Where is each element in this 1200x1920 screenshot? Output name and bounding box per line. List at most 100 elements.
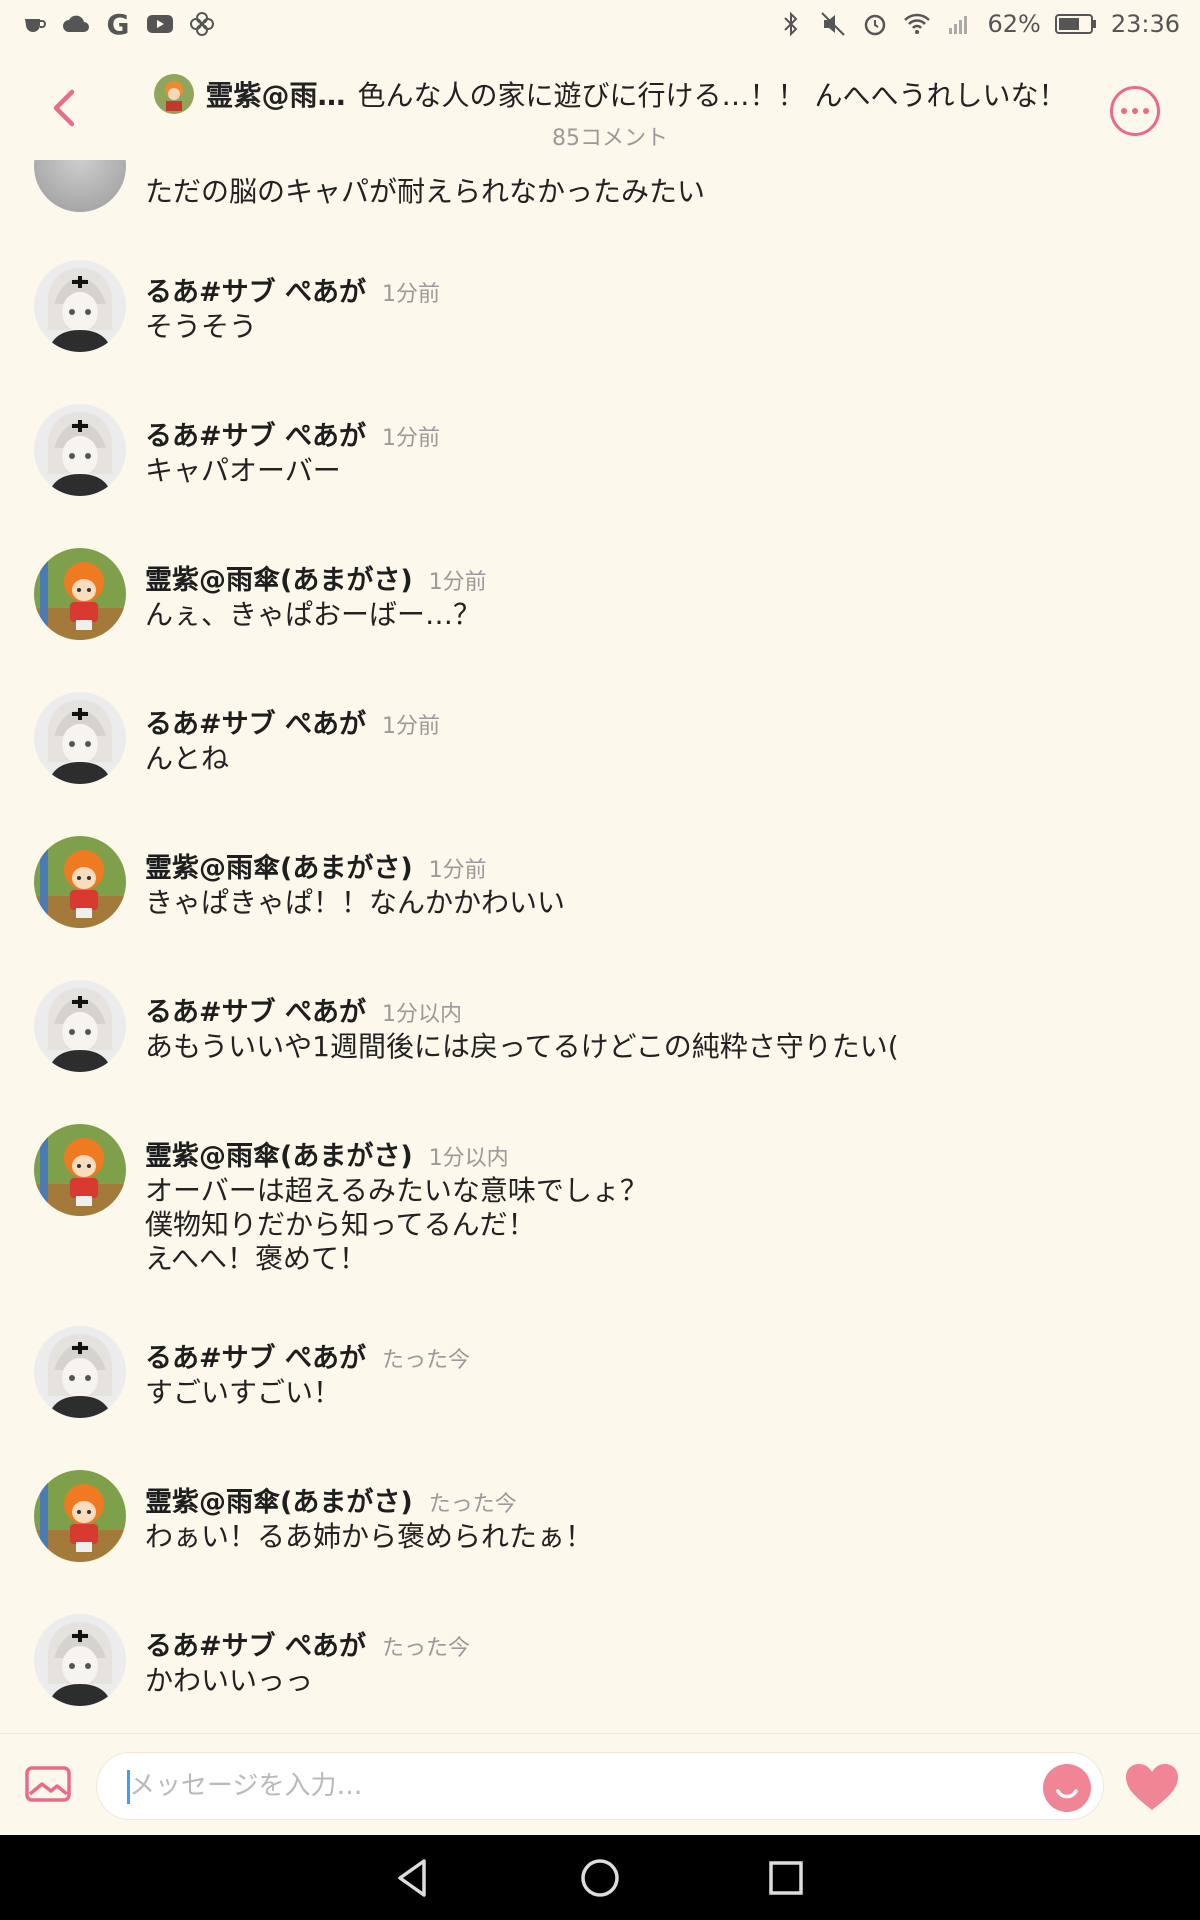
message-header: 霊紫@雨傘(あまがさ) 1分前 [145, 558, 487, 597]
pinwheel-icon [188, 10, 216, 38]
thread-header: 霊紫@雨… 色んな人の家に遊びに行ける…！！ んへへうれしいな！ 85コメント [0, 48, 1200, 160]
more-dot-icon [1143, 108, 1149, 114]
message-list[interactable]: ただの脳のキャパが耐えられなかったみたい るあ#サブ ぺあが 1分前 そうそう るあ#… [0, 160, 1200, 1733]
message-line: きゃぱきゃぱ！！なんかかわいい [145, 886, 566, 919]
message-header: るあ#サブ ぺあが 1分前 [145, 702, 440, 741]
author-name[interactable]: 霊紫@雨傘(あまがさ) [145, 1480, 413, 1519]
message-text: キャパオーバー [145, 454, 341, 488]
square-recents-icon [769, 1861, 803, 1895]
back-button[interactable] [40, 84, 88, 132]
triangle-back-icon [398, 1859, 426, 1897]
message-line: んぇ、きゃぱおーばー…？ [145, 598, 482, 631]
text-caret [127, 1770, 130, 1804]
avatar[interactable] [34, 1326, 126, 1418]
avatar[interactable] [34, 692, 126, 784]
emoji-button[interactable] [1043, 1764, 1091, 1812]
heart-icon [1126, 1764, 1178, 1810]
avatar[interactable] [34, 548, 126, 640]
timestamp: 1分前 [382, 426, 441, 451]
coffee-icon [20, 10, 48, 38]
circle-home-icon [581, 1859, 619, 1897]
more-dot-icon [1121, 108, 1127, 114]
message-line: すごいすごい！ [145, 1376, 342, 1409]
message-header: るあ#サブ ぺあが たった今 [145, 1624, 470, 1663]
composer-bar [0, 1733, 1200, 1835]
header-title-block[interactable]: 霊紫@雨… 色んな人の家に遊びに行ける…！！ んへへうれしいな！ 85コメント [150, 74, 1070, 152]
avatar[interactable] [34, 980, 126, 1072]
more-dot-icon [1132, 108, 1138, 114]
message-header: るあ#サブ ぺあが 1分前 [145, 414, 440, 453]
timestamp: 1分前 [428, 570, 487, 595]
message-text: んぇ、きゃぱおーばー…？ [145, 598, 481, 632]
message-line: あもういいや1週間後には戻ってるけどこの純粋さ守りたい( [145, 1030, 899, 1063]
image-attach-button[interactable] [24, 1764, 72, 1804]
message-text: すごいすごい！ [145, 1376, 341, 1410]
avatar[interactable] [34, 836, 126, 928]
timestamp: 1分前 [428, 858, 487, 883]
battery-percent: 62% [987, 10, 1041, 38]
message-line: 僕物知りだから知ってるんだ！ [145, 1208, 536, 1241]
status-bar-right: 62% 23:36 [777, 10, 1180, 38]
message-line: んとね [145, 742, 230, 775]
wifi-icon [903, 10, 931, 38]
more-options-button[interactable] [1110, 86, 1160, 136]
chevron-left-icon [53, 89, 75, 127]
message-line: オーバーは超えるみたいな意味でしょ？ [145, 1174, 648, 1207]
alarm-icon [861, 10, 889, 38]
mute-icon [819, 10, 847, 38]
avatar[interactable] [34, 160, 126, 212]
message-text: かわいいっっ [145, 1664, 313, 1698]
header-author: 霊紫@雨… [205, 79, 346, 112]
avatar[interactable] [34, 1614, 126, 1706]
list-item[interactable]: ただの脳のキャパが耐えられなかったみたい [0, 160, 1200, 220]
message-header: るあ#サブ ぺあが 1分前 [145, 270, 440, 309]
avatar [153, 74, 194, 114]
message-text: あもういいや1週間後には戻ってるけどこの純粋さ守りたい( [145, 1030, 899, 1064]
battery-icon [1054, 10, 1097, 38]
timestamp: たった今 [382, 1636, 471, 1661]
image-icon [25, 1766, 71, 1802]
chat-screen: G 62% 23:36 霊紫@雨… 色んな人の家に遊びに行ける…！！ んへへうれ… [0, 0, 1200, 1920]
author-name[interactable]: 霊紫@雨傘(あまがさ) [145, 558, 413, 597]
timestamp: 1分前 [382, 282, 441, 307]
avatar[interactable] [34, 404, 126, 496]
avatar[interactable] [34, 260, 126, 352]
message-header: 霊紫@雨傘(あまがさ) 1分以内 [145, 1134, 509, 1173]
system-nav-bar [0, 1835, 1200, 1920]
author-name[interactable]: 霊紫@雨傘(あまがさ) [145, 1134, 413, 1173]
message-text: オーバーは超えるみたいな意味でしょ？ 僕物知りだから知ってるんだ！ えへへ！褒めて！ [145, 1174, 648, 1276]
message-text: きゃぱきゃぱ！！なんかかわいい [145, 886, 565, 920]
avatar[interactable] [34, 1470, 126, 1562]
avatar[interactable] [34, 1124, 126, 1216]
message-text: ただの脳のキャパが耐えられなかったみたい [145, 175, 706, 208]
nav-recents-button[interactable] [763, 1855, 809, 1901]
comment-count: 85コメント [552, 126, 668, 151]
message-line: そうそう [145, 310, 258, 343]
message-line: キャパオーバー [145, 454, 341, 487]
smiley-icon [1056, 1789, 1078, 1799]
nav-back-button[interactable] [390, 1855, 436, 1901]
clock: 23:36 [1110, 10, 1180, 38]
author-name[interactable]: るあ#サブ ぺあが [145, 990, 366, 1029]
message-input[interactable] [96, 1752, 1104, 1820]
signal-icon [945, 10, 973, 38]
author-name[interactable]: るあ#サブ ぺあが [145, 1624, 366, 1663]
author-name[interactable]: るあ#サブ ぺあが [145, 1336, 366, 1375]
author-name[interactable]: るあ#サブ ぺあが [145, 414, 366, 453]
message-header: 霊紫@雨傘(あまがさ) 1分前 [145, 846, 487, 885]
message-line: えへへ！褒めて！ [145, 1242, 368, 1275]
cloud-icon [62, 10, 90, 38]
google-icon: G [106, 7, 130, 41]
author-name[interactable]: るあ#サブ ぺあが [145, 702, 366, 741]
author-name[interactable]: 霊紫@雨傘(あまがさ) [145, 846, 413, 885]
timestamp: 1分以内 [428, 1146, 509, 1171]
message-header: るあ#サブ ぺあが 1分以内 [145, 990, 462, 1029]
like-button[interactable] [1124, 1762, 1180, 1812]
page-title: 色んな人の家に遊びに行ける…！！ んへへうれしいな！ [357, 79, 1067, 112]
nav-home-button[interactable] [577, 1855, 623, 1901]
timestamp: 1分以内 [382, 1002, 463, 1027]
timestamp: 1分前 [382, 714, 441, 739]
timestamp: たった今 [382, 1348, 471, 1373]
bluetooth-icon [777, 10, 805, 38]
author-name[interactable]: るあ#サブ ぺあが [145, 270, 366, 309]
